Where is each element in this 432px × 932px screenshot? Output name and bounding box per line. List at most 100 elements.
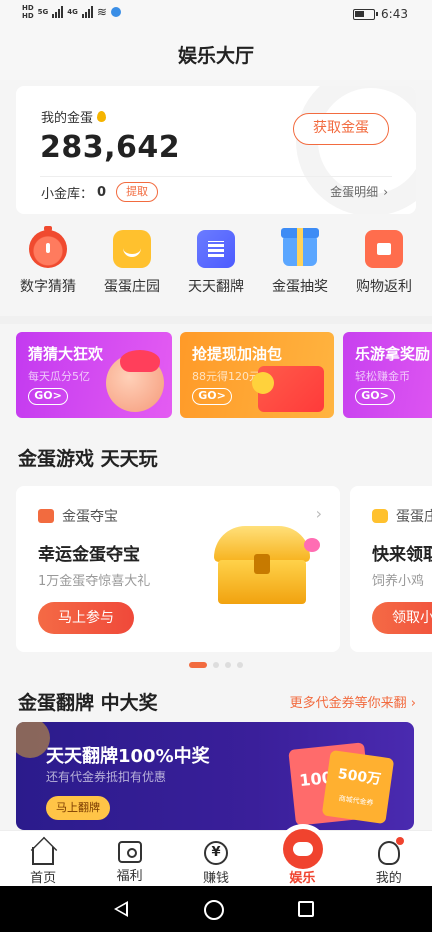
- flip-section-title: 金蛋翻牌 中大奖: [18, 692, 158, 714]
- games-section-title: 金蛋游戏 天天玩: [18, 448, 158, 470]
- tab-label: 我的: [375, 871, 402, 886]
- shortcut-label: 蛋蛋庄园: [104, 279, 160, 295]
- claim-chick-button[interactable]: 领取小鸡: [372, 602, 432, 634]
- vault-label: 小金库：: [41, 186, 94, 202]
- flip-card-icon: [197, 230, 235, 268]
- shortcut-label: 天天翻牌: [188, 279, 244, 295]
- voucher-card-image-2: 500万 商城代金券: [321, 749, 395, 825]
- carousel-dot: [213, 662, 219, 668]
- shortcut-row: 数字猜猜 蛋蛋庄园 天天翻牌 金蛋抽奖 购物返利: [0, 224, 432, 304]
- signal-indicators: HD HD 5G 4G ≋: [22, 4, 121, 20]
- shortcut-shopping-rebate[interactable]: 购物返利: [344, 224, 424, 304]
- more-vouchers-link[interactable]: 更多代金券等你来翻 ›: [290, 692, 416, 711]
- carousel-dot: [225, 662, 231, 668]
- chest-ribbon: [304, 538, 320, 552]
- farm-tag-icon: [372, 509, 388, 523]
- banner-subtitle: 还有代金券抵扣有优惠: [46, 770, 167, 784]
- tab-me[interactable]: 我的: [354, 831, 424, 886]
- battery-level: [355, 10, 365, 17]
- egg-balance-card: 我的金蛋 283,642 获取金蛋 小金库： 0 提取 金蛋明细 ›: [16, 86, 416, 214]
- game-card-treasure[interactable]: 金蛋夺宝 › 幸运金蛋夺宝 1万金蛋夺惊喜大礼 马上参与: [16, 486, 340, 652]
- carousel-dot: [237, 662, 243, 668]
- daily-flip-banner[interactable]: 天天翻牌100%中奖 还有代金券抵扣有优惠 马上翻牌 1000 500万 商城代…: [16, 722, 414, 830]
- voucher-amount-2: 500万: [336, 766, 382, 789]
- section-separator: [0, 316, 432, 324]
- banner-title: 天天翻牌100%中奖: [46, 746, 210, 767]
- gift-icon: [117, 841, 142, 863]
- vault-value: 0: [97, 184, 107, 200]
- network-type-2: 4G: [67, 8, 78, 16]
- game-tag-row: 蛋蛋庄园: [372, 506, 432, 526]
- network-type-1: 5G: [37, 8, 49, 16]
- promo-withdraw-pack[interactable]: 抢提现加油包 88元得120元 GO>: [180, 332, 334, 418]
- bow-decoration: [120, 350, 160, 372]
- game-tag-row: 金蛋夺宝: [38, 506, 118, 526]
- shortcut-label: 金蛋抽奖: [272, 279, 328, 295]
- shortcut-label: 购物返利: [356, 279, 412, 295]
- golden-egg-icon: [97, 111, 107, 122]
- egg-label: 我的金蛋: [41, 111, 94, 126]
- tab-welfare[interactable]: 福利: [95, 831, 165, 886]
- page: HD HD 5G 4G ≋ 6:43 娱乐大厅 我的金蛋 283,642 获取金蛋…: [0, 0, 432, 932]
- join-now-button[interactable]: 马上参与: [38, 602, 134, 634]
- promo-title: 乐游拿奖励: [355, 345, 431, 363]
- recent-apps-icon[interactable]: [298, 901, 314, 917]
- egg-detail-label: 金蛋明细: [330, 185, 379, 199]
- promo-guess-carnival[interactable]: 猜猜大狂欢 每天瓜分5亿 GO>: [16, 332, 172, 418]
- shortcut-label: 数字猜猜: [20, 279, 76, 295]
- shortcut-egg-farm[interactable]: 蛋蛋庄园: [92, 224, 172, 304]
- divider: [40, 176, 392, 177]
- promo-go-button[interactable]: GO>: [355, 388, 395, 405]
- profile-icon: [377, 837, 404, 865]
- egg-balance-value: 283,642: [40, 130, 181, 165]
- back-icon[interactable]: [114, 901, 128, 917]
- promo-title: 抢提现加油包: [192, 345, 283, 363]
- promo-go-button[interactable]: GO>: [192, 388, 232, 405]
- promo-go-button[interactable]: GO>: [28, 388, 68, 405]
- coin-decoration: [16, 722, 50, 758]
- tab-home[interactable]: 首页: [8, 831, 78, 886]
- signal-icon-2: [81, 6, 93, 18]
- chevron-right-icon: ›: [383, 185, 388, 199]
- tab-label: 首页: [30, 871, 57, 886]
- chest-lock: [254, 554, 270, 574]
- egg-detail-link[interactable]: 金蛋明细 ›: [330, 183, 388, 200]
- promo-play-rewards[interactable]: 乐游拿奖励 轻松赚金币 GO>: [343, 332, 432, 418]
- get-egg-button[interactable]: 获取金蛋: [293, 113, 389, 145]
- shortcut-daily-flip[interactable]: 天天翻牌: [176, 224, 256, 304]
- clock: 6:43: [381, 7, 408, 21]
- tab-earn[interactable]: ¥ 赚钱: [181, 831, 251, 886]
- farm-icon: [113, 230, 151, 268]
- coin-image: [252, 372, 274, 394]
- treasure-tag-icon: [38, 509, 54, 523]
- games-carousel: 金蛋夺宝 › 幸运金蛋夺宝 1万金蛋夺惊喜大礼 马上参与 蛋蛋庄园 快来领取 饲…: [0, 486, 432, 652]
- promo-subtitle: 轻松赚金币: [355, 370, 410, 383]
- flip-now-button[interactable]: 马上翻牌: [46, 796, 110, 820]
- signal-icon: [52, 6, 64, 18]
- bottom-tab-bar: 首页 福利 ¥ 赚钱 娱乐 我的: [0, 829, 432, 886]
- game-tag: 蛋蛋庄园: [396, 509, 432, 525]
- withdraw-button[interactable]: 提取: [116, 182, 159, 202]
- page-title: 娱乐大厅: [0, 30, 432, 80]
- game-tag: 金蛋夺宝: [62, 509, 118, 525]
- game-card-farm[interactable]: 蛋蛋庄园 快来领取 饲养小鸡 领取小鸡: [350, 486, 432, 652]
- status-bar: HD HD 5G 4G ≋ 6:43: [0, 0, 432, 30]
- home-circle-icon[interactable]: [204, 900, 224, 920]
- battery-icon: [353, 8, 379, 20]
- vault-row: 小金库： 0 提取: [41, 182, 159, 202]
- tab-entertainment[interactable]: 娱乐: [267, 829, 337, 886]
- status-right: 6:43: [353, 7, 408, 21]
- shortcut-number-guess[interactable]: 数字猜猜: [8, 224, 88, 304]
- voucher-desc: 商城代金券: [338, 794, 374, 808]
- game-icon: [283, 829, 324, 869]
- promo-carousel: 猜猜大狂欢 每天瓜分5亿 GO> 抢提现加油包 88元得120元 GO> 乐游拿…: [0, 332, 432, 418]
- tab-label: 娱乐: [289, 871, 316, 886]
- treasure-chest-image: [214, 526, 320, 604]
- tab-label: 赚钱: [202, 871, 229, 886]
- shortcut-egg-lottery[interactable]: 金蛋抽奖: [260, 224, 340, 304]
- chevron-right-icon: ›: [315, 504, 322, 523]
- tab-label: 福利: [116, 869, 143, 884]
- app-indicator-icon: [110, 7, 121, 17]
- carousel-dot-active: [189, 662, 207, 668]
- game-subtitle: 1万金蛋夺惊喜大礼: [38, 574, 151, 589]
